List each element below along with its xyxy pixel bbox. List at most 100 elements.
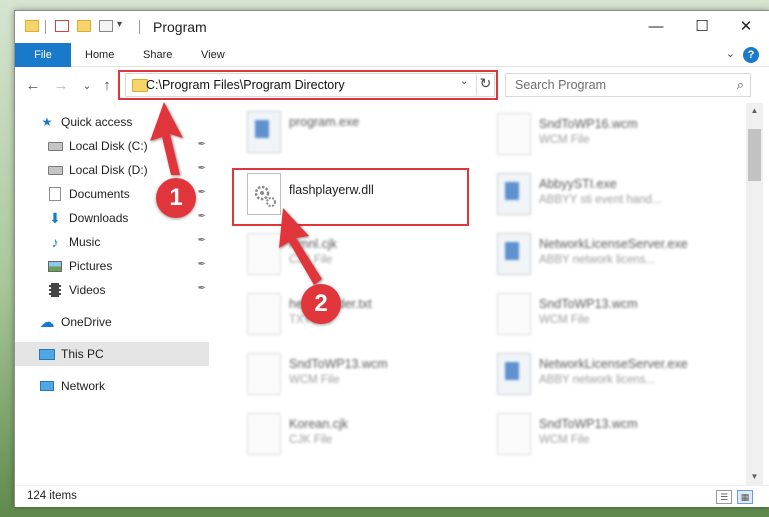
nav-label: Music bbox=[69, 235, 101, 249]
file-icon bbox=[497, 413, 531, 455]
pin-icon: ✒ bbox=[197, 259, 206, 270]
file-item[interactable]: AbbyySTI.exe ABBYY sti event hand... bbox=[489, 169, 729, 225]
nav-this-pc[interactable]: This PC bbox=[15, 342, 209, 366]
file-type: ABBY network licens... bbox=[539, 254, 656, 266]
large-icons-view-icon[interactable]: ▦ bbox=[737, 490, 753, 504]
help-icon[interactable]: ? bbox=[743, 47, 759, 63]
exe-file-icon bbox=[497, 353, 531, 395]
recent-locations-button[interactable]: ⌄ bbox=[77, 75, 97, 95]
file-item[interactable]: SndToWP13.wcm WCM File bbox=[489, 409, 729, 465]
nav-label: Documents bbox=[69, 187, 130, 201]
window-title: Program bbox=[153, 19, 207, 35]
file-item[interactable]: help_reader.txt TXT File bbox=[239, 289, 479, 345]
navigation-pane: ★ Quick access Local Disk (C:) ✒ Local D… bbox=[15, 103, 209, 485]
file-item[interactable]: Hmnl.cjk CJK File bbox=[239, 229, 479, 285]
pictures-icon bbox=[47, 259, 63, 273]
nav-item-music[interactable]: ♪ Music ✒ bbox=[15, 230, 209, 254]
file-type: CJK File bbox=[289, 434, 333, 446]
tab-view[interactable]: View bbox=[201, 43, 225, 67]
address-bar-highlight bbox=[118, 70, 498, 100]
scrollbar-thumb[interactable] bbox=[748, 129, 761, 181]
file-name: SndToWP13.wcm bbox=[289, 357, 388, 371]
nav-label: Videos bbox=[69, 283, 106, 297]
pin-icon: ✒ bbox=[197, 211, 206, 222]
file-item[interactable]: program.exe bbox=[239, 107, 479, 163]
search-icon[interactable]: ⌕ bbox=[737, 77, 744, 93]
minimize-button[interactable]: — bbox=[633, 11, 679, 41]
file-type: WCM File bbox=[539, 314, 590, 326]
file-name: SndToWP13.wcm bbox=[539, 297, 638, 311]
scroll-down-icon[interactable]: ▼ bbox=[746, 469, 763, 485]
file-type: WCM File bbox=[539, 134, 590, 146]
nav-label: Network bbox=[61, 379, 106, 393]
nav-quick-access[interactable]: ★ Quick access bbox=[15, 110, 209, 134]
folder-icon bbox=[25, 20, 39, 32]
nav-item-videos[interactable]: Videos ✒ bbox=[15, 278, 209, 302]
file-name: AbbyySTI.exe bbox=[539, 177, 617, 191]
close-button[interactable]: ✕ bbox=[723, 11, 769, 41]
file-icon bbox=[247, 233, 281, 275]
nav-label: OneDrive bbox=[61, 315, 112, 329]
file-item[interactable]: SndToWP13.wcm WCM File bbox=[239, 349, 479, 405]
file-item[interactable]: Korean.cjk CJK File bbox=[239, 409, 479, 465]
documents-icon bbox=[47, 187, 63, 201]
network-icon bbox=[39, 379, 55, 393]
status-bar: 124 items ☰ ▦ bbox=[15, 485, 769, 507]
nav-item-pictures[interactable]: Pictures ✒ bbox=[15, 254, 209, 278]
computer-icon bbox=[39, 347, 55, 361]
nav-label: This PC bbox=[61, 347, 104, 361]
pin-icon: ✒ bbox=[197, 187, 206, 198]
exe-file-icon bbox=[497, 173, 531, 215]
step-badge-2: 2 bbox=[301, 284, 341, 324]
up-button[interactable]: ↑ bbox=[97, 75, 117, 95]
videos-icon bbox=[47, 283, 63, 297]
file-name: NetworkLicenseServer.exe bbox=[539, 237, 688, 251]
file-icon bbox=[247, 413, 281, 455]
new-folder-icon[interactable] bbox=[77, 20, 91, 32]
nav-label: Pictures bbox=[69, 259, 113, 273]
properties-icon[interactable] bbox=[55, 20, 69, 32]
file-item[interactable]: NetworkLicenseServer.exe ABBY network li… bbox=[489, 229, 729, 285]
back-button[interactable]: ← bbox=[23, 75, 43, 95]
nav-network[interactable]: Network bbox=[15, 374, 209, 398]
file-icon bbox=[497, 293, 531, 335]
file-name: SndToWP13.wcm bbox=[539, 417, 638, 431]
pin-icon: ✒ bbox=[197, 235, 206, 246]
file-type: ABBYY sti event hand... bbox=[539, 194, 662, 206]
step-badge-1: 1 bbox=[156, 178, 196, 218]
downloads-icon: ⬇ bbox=[49, 209, 61, 226]
file-item[interactable]: NetworkLicenseServer.exe ABBY network li… bbox=[489, 349, 729, 405]
file-name: program.exe bbox=[289, 115, 360, 129]
customize-icon[interactable] bbox=[99, 20, 113, 32]
file-type: ABBY network licens... bbox=[539, 374, 656, 386]
chevron-down-icon[interactable]: ▾ bbox=[117, 19, 122, 30]
scroll-up-icon[interactable]: ▲ bbox=[746, 103, 763, 119]
forward-button[interactable]: → bbox=[51, 75, 71, 95]
drive-icon bbox=[47, 139, 63, 153]
file-icon bbox=[247, 353, 281, 395]
file-icon bbox=[247, 293, 281, 335]
file-type: WCM File bbox=[539, 434, 590, 446]
nav-label: Local Disk (D:) bbox=[69, 163, 148, 177]
search-input[interactable]: Search Program ⌕ bbox=[505, 73, 751, 97]
tab-file[interactable]: File bbox=[15, 43, 71, 67]
file-item[interactable]: SndToWP16.wcm WCM File bbox=[489, 109, 729, 165]
nav-label: Local Disk (C:) bbox=[69, 139, 148, 153]
maximize-button[interactable]: ☐ bbox=[679, 11, 725, 41]
ribbon-tabs: File Home Share View ⌄ ? bbox=[15, 43, 769, 67]
item-count: 124 items bbox=[27, 490, 77, 502]
file-type: WCM File bbox=[289, 374, 340, 386]
nav-item-local-disk-c[interactable]: Local Disk (C:) ✒ bbox=[15, 134, 209, 158]
file-item[interactable]: SndToWP13.wcm WCM File bbox=[489, 289, 729, 345]
details-view-icon[interactable]: ☰ bbox=[716, 490, 732, 504]
vertical-scrollbar[interactable]: ▲ ▼ bbox=[746, 103, 763, 485]
tab-home[interactable]: Home bbox=[85, 43, 114, 67]
pin-icon: ✒ bbox=[197, 139, 206, 150]
file-icon bbox=[497, 113, 531, 155]
nav-label: Quick access bbox=[61, 115, 133, 129]
cloud-icon: ☁ bbox=[39, 314, 55, 331]
music-icon: ♪ bbox=[51, 234, 59, 250]
ribbon-expand-icon[interactable]: ⌄ bbox=[726, 47, 735, 60]
tab-share[interactable]: Share bbox=[143, 43, 172, 67]
nav-onedrive[interactable]: ☁ OneDrive bbox=[15, 310, 209, 334]
